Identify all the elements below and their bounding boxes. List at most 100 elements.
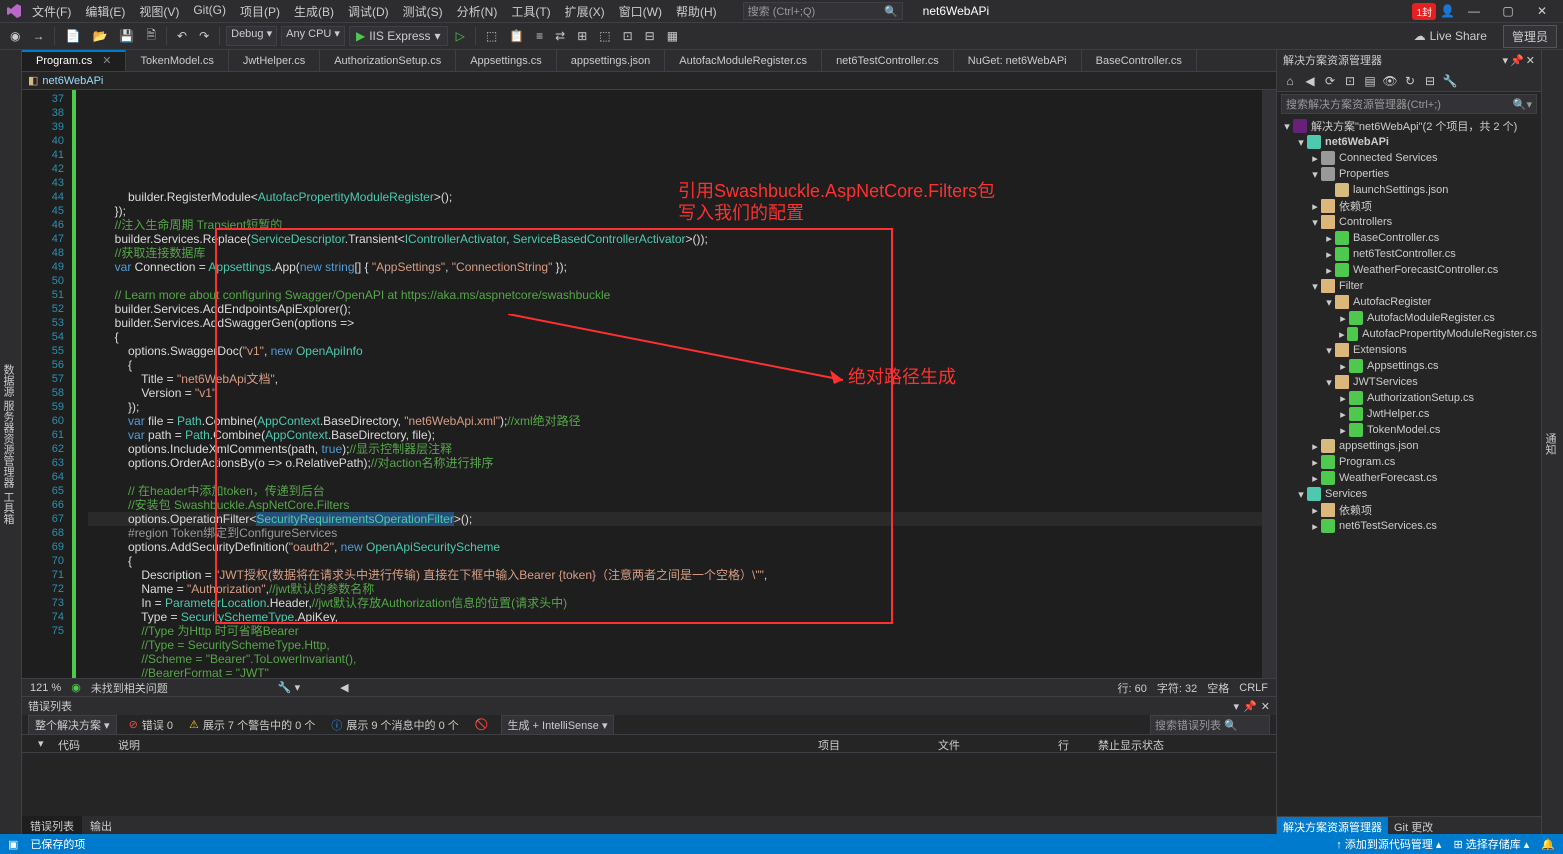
panel-tab[interactable]: 错误列表 <box>22 816 82 834</box>
expand-icon[interactable]: ▾ <box>1323 296 1335 309</box>
select-repo[interactable]: ⊞ 选择存储库 ▴ <box>1453 836 1529 852</box>
expand-icon[interactable]: ▸ <box>1337 424 1349 437</box>
menu-item[interactable]: 窗口(W) <box>613 1 668 22</box>
tree-item[interactable]: ▾Properties <box>1277 166 1541 182</box>
se-back-icon[interactable]: ◀ <box>1301 72 1319 90</box>
editor-tab[interactable]: AuthorizationSetup.cs <box>320 50 456 71</box>
expand-icon[interactable]: ▾ <box>1295 488 1307 501</box>
expand-icon[interactable]: ▸ <box>1337 408 1349 421</box>
tree-item[interactable]: ▸net6TestServices.cs <box>1277 518 1541 534</box>
tree-item[interactable]: ▸Appsettings.cs <box>1277 358 1541 374</box>
warnings-filter[interactable]: ⚠展示 7 个警告中的 0 个 <box>185 716 319 734</box>
nav-back-icon[interactable]: ◉ <box>6 27 24 45</box>
menu-item[interactable]: Git(G) <box>187 1 232 22</box>
notification-badge[interactable]: 1封 <box>1412 3 1436 20</box>
editor-tab[interactable]: Appsettings.cs <box>456 50 557 71</box>
tree-item[interactable]: ▾Extensions <box>1277 342 1541 358</box>
minimap-scrollbar[interactable] <box>1262 90 1276 678</box>
editor-tab[interactable]: TokenModel.cs <box>126 50 228 71</box>
editor-tab[interactable]: JwtHelper.cs <box>229 50 320 71</box>
tree-item[interactable]: launchSettings.json <box>1277 182 1541 198</box>
tree-item[interactable]: ▾解决方案"net6WebApi"(2 个项目，共 2 个) <box>1277 118 1541 134</box>
undo-icon[interactable]: ↶ <box>173 27 191 45</box>
tree-item[interactable]: ▸AutofacModuleRegister.cs <box>1277 310 1541 326</box>
tree-item[interactable]: ▸appsettings.json <box>1277 438 1541 454</box>
global-search-input[interactable]: 搜索 (Ctrl+;Q) 🔍 <box>743 2 903 20</box>
tree-item[interactable]: ▸Connected Services <box>1277 150 1541 166</box>
tb-icon-8[interactable]: ⊟ <box>641 27 659 45</box>
expand-icon[interactable]: ▸ <box>1309 504 1321 517</box>
panel-dropdown-icon[interactable]: ▾ <box>1503 54 1509 67</box>
start-no-debug-icon[interactable]: ▷ <box>452 27 469 45</box>
expand-icon[interactable]: ▸ <box>1323 232 1335 245</box>
tree-item[interactable]: ▸Program.cs <box>1277 454 1541 470</box>
tb-icon-7[interactable]: ⊡ <box>619 27 637 45</box>
tree-item[interactable]: ▸JwtHelper.cs <box>1277 406 1541 422</box>
tb-icon-9[interactable]: ▦ <box>663 27 682 45</box>
editor-tab[interactable]: NuGet: net6WebAPi <box>954 50 1082 71</box>
expand-icon[interactable]: ▸ <box>1323 248 1335 261</box>
search-icon[interactable]: 🔍 <box>884 5 898 18</box>
solution-search-input[interactable]: 搜索解决方案资源管理器(Ctrl+;) 🔍▾ <box>1281 94 1537 114</box>
se-collapse-icon[interactable]: ⊟ <box>1421 72 1439 90</box>
breadcrumb-bar[interactable]: ◧ net6WebAPi <box>22 72 1276 90</box>
build-filter-selector[interactable]: 生成 + IntelliSense ▾ <box>501 715 615 735</box>
start-debug-button[interactable]: ▶IIS Express ▾ <box>349 26 448 46</box>
zoom-level[interactable]: 121 % <box>30 682 61 694</box>
expand-icon[interactable]: ▾ <box>1309 216 1321 229</box>
maximize-button[interactable]: ▢ <box>1493 1 1523 21</box>
nav-fwd-icon[interactable]: → <box>28 27 48 45</box>
eol-mode[interactable]: CRLF <box>1239 682 1268 694</box>
editor-tab[interactable]: Program.cs✕ <box>22 50 126 71</box>
menu-item[interactable]: 视图(V) <box>133 1 185 22</box>
expand-icon[interactable]: ▾ <box>1281 120 1293 133</box>
error-col-header[interactable]: 说明 <box>108 735 808 752</box>
se-home-icon[interactable]: ⌂ <box>1281 72 1299 90</box>
open-icon[interactable]: 📂 <box>88 27 111 45</box>
expand-icon[interactable]: ▾ <box>1309 168 1321 181</box>
expand-icon[interactable]: ▸ <box>1309 152 1321 165</box>
screwdriver-icon[interactable]: 🔧 ▾ <box>278 681 300 694</box>
error-search-input[interactable]: 搜索错误列表 🔍 <box>1150 715 1270 735</box>
caret-char[interactable]: 字符: 32 <box>1157 680 1197 696</box>
menu-item[interactable]: 调试(D) <box>342 1 395 22</box>
menu-item[interactable]: 生成(B) <box>288 1 340 22</box>
expand-icon[interactable]: ▸ <box>1337 392 1349 405</box>
error-col-header[interactable]: 禁止显示状态 <box>1088 735 1208 752</box>
admin-button[interactable]: 管理员 <box>1503 25 1557 48</box>
error-list-body[interactable] <box>22 753 1276 816</box>
redo-icon[interactable]: ↷ <box>195 27 213 45</box>
tb-icon-2[interactable]: 📋 <box>505 27 528 45</box>
menu-item[interactable]: 文件(F) <box>26 1 77 22</box>
editor-tab[interactable]: net6TestController.cs <box>822 50 954 71</box>
close-button[interactable]: ✕ <box>1527 1 1557 21</box>
tab-close-icon[interactable]: ✕ <box>102 54 111 67</box>
se-showall-icon[interactable]: 👁 <box>1381 72 1399 90</box>
expand-icon[interactable]: ▾ <box>1309 280 1321 293</box>
left-tool-rail[interactable]: 数据源 服务器资源管理器 工具箱 <box>0 50 22 834</box>
tree-item[interactable]: ▾JWTServices <box>1277 374 1541 390</box>
add-source-control[interactable]: ↑ 添加到源代码管理 ▴ <box>1336 836 1441 852</box>
tree-item[interactable]: ▸AutofacPropertityModuleRegister.cs <box>1277 326 1541 342</box>
tree-item[interactable]: ▸WeatherForecast.cs <box>1277 470 1541 486</box>
code-editor[interactable]: 3738394041424344454647484950515253545556… <box>22 90 1276 678</box>
code-text-area[interactable]: 引用Swashbuckle.AspNetCore.Filters包 写入我们的配… <box>88 90 1262 678</box>
menu-item[interactable]: 项目(P) <box>234 1 286 22</box>
right-tool-rail[interactable]: 通知 <box>1541 50 1563 834</box>
error-col-sort[interactable]: ▾ <box>28 735 48 752</box>
editor-tab[interactable]: BaseController.cs <box>1082 50 1197 71</box>
error-col-header[interactable]: 文件 <box>928 735 1048 752</box>
nav-left-icon[interactable]: ◀ <box>340 681 348 694</box>
tree-item[interactable]: ▾Controllers <box>1277 214 1541 230</box>
tree-item[interactable]: ▸依赖项 <box>1277 198 1541 214</box>
error-col-header[interactable]: 项目 <box>808 735 928 752</box>
expand-icon[interactable]: ▾ <box>1323 344 1335 357</box>
menu-item[interactable]: 扩展(X) <box>559 1 611 22</box>
caret-line[interactable]: 行: 60 <box>1118 680 1147 696</box>
editor-tab[interactable]: appsettings.json <box>557 50 666 71</box>
tree-item[interactable]: ▾Services <box>1277 486 1541 502</box>
tree-item[interactable]: ▸TokenModel.cs <box>1277 422 1541 438</box>
menu-item[interactable]: 工具(T) <box>505 1 556 22</box>
se-filter-icon[interactable]: ▤ <box>1361 72 1379 90</box>
expand-icon[interactable]: ▾ <box>1323 376 1335 389</box>
